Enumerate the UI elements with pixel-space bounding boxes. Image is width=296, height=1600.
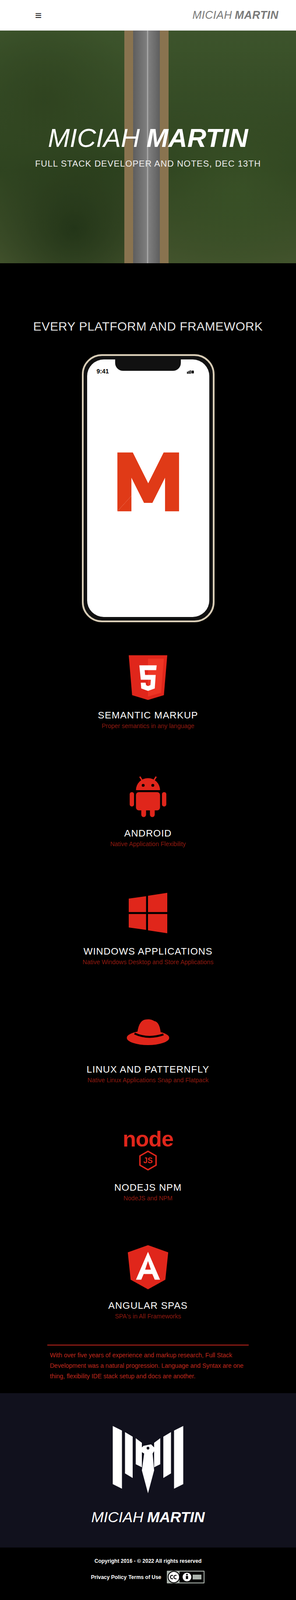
cc-license-icon[interactable] xyxy=(166,1572,205,1586)
hero-title: MICIAHMARTIN xyxy=(47,123,248,153)
html5-icon xyxy=(123,653,173,702)
js-hexagon: JS xyxy=(137,1152,159,1173)
icon-box xyxy=(0,1244,296,1294)
platform-item: ANDROIDNative Application Flexibility xyxy=(0,771,296,891)
eagle-logo-icon xyxy=(106,1424,190,1502)
platform-item: SEMANTIC MARKUPProper semantics in any l… xyxy=(0,653,296,772)
legal-link[interactable]: Privacy Policy xyxy=(91,1575,127,1584)
brand-last: MARTIN xyxy=(146,123,248,153)
redhat-icon xyxy=(123,1008,173,1057)
section-heading: EVERY PLATFORM AND FRAMEWORK xyxy=(0,319,296,335)
icon-box xyxy=(0,771,296,821)
platform-item: WINDOWS APPLICATIONSNative Windows Deskt… xyxy=(0,890,296,1009)
footer-brand: MICIAHMARTIN xyxy=(0,1510,296,1528)
platform-title: LINUX AND PATTERNFLY xyxy=(0,1065,296,1077)
brand-first: MICIAH xyxy=(91,1510,144,1528)
brand-first: MICIAH xyxy=(192,8,233,22)
icon-box: node JS xyxy=(0,1126,296,1175)
platforms-section: EVERY PLATFORM AND FRAMEWORK 9:41 SEMANTIC… xyxy=(0,263,296,1396)
platform-title: ANDROID xyxy=(0,828,296,841)
platform-subtitle: NodeJS and NPM xyxy=(0,1194,296,1205)
platform-subtitle: SPA's in All Frameworks xyxy=(0,1313,296,1323)
windows-icon xyxy=(123,890,173,939)
brand-first: MICIAH xyxy=(47,123,140,153)
platform-title: WINDOWS APPLICATIONS xyxy=(0,947,296,959)
about-text: With over five years of experience and m… xyxy=(47,1346,249,1388)
logo[interactable]: MICIAHMARTIN xyxy=(192,7,279,24)
m-logo-icon xyxy=(112,447,185,518)
platform-list: SEMANTIC MARKUPProper semantics in any l… xyxy=(0,653,296,1347)
copyright: Copyright 2016 - © 2022 All rights reser… xyxy=(0,1559,296,1568)
platform-subtitle: Proper semantics in any language xyxy=(0,722,296,732)
m-logo-area xyxy=(96,447,200,518)
phone-mockup: 9:41 xyxy=(81,354,215,624)
bottom-bar: Copyright 2016 - © 2022 All rights reser… xyxy=(0,1549,296,1597)
platform-item: ANGULAR SPASSPA's in All Frameworks xyxy=(0,1244,296,1347)
menu-icon[interactable]: ≡ xyxy=(35,9,42,22)
angular-icon xyxy=(123,1244,173,1294)
legal-link[interactable]: Terms of Use xyxy=(128,1575,162,1584)
platform-title: SEMANTIC MARKUP xyxy=(0,710,296,723)
legal-links: Privacy PolicyTerms of Use xyxy=(0,1572,296,1586)
node-icon: node JS xyxy=(122,1129,173,1173)
platform-subtitle: Native Windows Desktop and Store Applica… xyxy=(0,958,296,969)
hero: MICIAHMARTIN FULL STACK DEVELOPER AND NOT… xyxy=(0,30,296,264)
js-badge: JS xyxy=(143,1157,153,1167)
android-icon xyxy=(123,771,173,821)
platform-title: ANGULAR SPAS xyxy=(0,1301,296,1314)
footer: MICIAHMARTIN xyxy=(0,1395,296,1550)
hero-subtitle: FULL STACK DEVELOPER AND NOTES, DEC 13TH xyxy=(35,157,261,171)
signal-battery-icon xyxy=(181,366,200,378)
brand-last: MARTIN xyxy=(234,8,279,22)
icon-box xyxy=(0,653,296,702)
brand-last: MARTIN xyxy=(147,1510,205,1528)
phone-notch xyxy=(115,359,181,372)
platform-item: LINUX AND PATTERNFLYNative Linux Applica… xyxy=(0,1008,296,1127)
icon-box xyxy=(0,1008,296,1057)
platform-item: node JS NODEJS NPMNodeJS and NPM xyxy=(0,1126,296,1245)
phone-screen: 9:41 xyxy=(87,359,210,618)
platform-subtitle: Native Application Flexibility xyxy=(0,840,296,850)
status-time: 9:41 xyxy=(96,367,110,377)
platform-title: NODEJS NPM xyxy=(0,1183,296,1195)
node-logo-text: node xyxy=(122,1129,173,1153)
navbar: ≡ MICIAHMARTIN xyxy=(0,0,296,31)
icon-box xyxy=(0,890,296,939)
platform-subtitle: Native Linux Applications Snap and Flatp… xyxy=(0,1076,296,1087)
